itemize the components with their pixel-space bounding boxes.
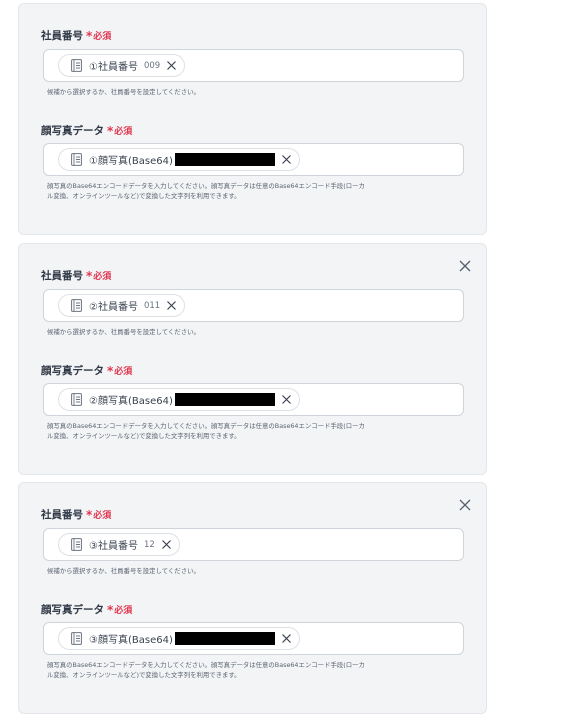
- close-icon: [459, 260, 471, 272]
- required-badge: *必須: [107, 364, 133, 378]
- redacted-block: [174, 153, 275, 166]
- close-icon[interactable]: [281, 395, 291, 404]
- employee-number-chip-value: 009: [143, 60, 161, 71]
- record-list: 社員番号 *必須 ①社員番号 009 候補から選択するか、社員番号を設定してくださ…: [0, 0, 571, 718]
- photo-data-help: 顔写真のBase64エンコードデータを入力してください。顔写真データは任意のBa…: [47, 421, 467, 441]
- required-star: *: [86, 508, 93, 522]
- employee-number-field[interactable]: ②社員番号 011: [43, 289, 464, 322]
- required-badge: *必須: [107, 124, 133, 138]
- close-icon[interactable]: [161, 540, 171, 549]
- document-icon: [71, 59, 82, 72]
- required-text: 必須: [114, 606, 133, 616]
- redacted-block: [174, 393, 275, 406]
- required-star: *: [107, 603, 114, 617]
- document-icon: [71, 393, 82, 406]
- document-icon: [71, 632, 82, 645]
- remove-record-button[interactable]: [457, 497, 473, 513]
- photo-data-label: 顔写真データ *必須: [41, 602, 132, 617]
- photo-data-help-line: ル変換、オンラインツールなど)で変換した文字列を利用できます。: [47, 671, 241, 679]
- required-text: 必須: [114, 367, 133, 377]
- required-text: 必須: [93, 511, 112, 521]
- photo-data-chip-label: ①顔写真(Base64): [89, 156, 173, 167]
- employee-number-chip-label: ①社員番号: [89, 62, 138, 73]
- redacted-block: [174, 632, 275, 645]
- employee-number-label: 社員番号 *必須: [41, 28, 111, 43]
- photo-data-field[interactable]: ②顔写真(Base64): [43, 383, 464, 416]
- photo-data-chip-label: ③顔写真(Base64): [89, 635, 173, 646]
- employee-number-chip-value: 011: [143, 300, 161, 311]
- document-icon: [71, 153, 82, 166]
- photo-data-label: 顔写真データ *必須: [41, 363, 132, 378]
- required-star: *: [107, 364, 114, 378]
- photo-data-label-text: 顔写真データ: [41, 365, 104, 377]
- photo-data-chip-label: ②顔写真(Base64): [89, 396, 173, 407]
- employee-number-label: 社員番号 *必須: [41, 507, 111, 522]
- required-badge: *必須: [86, 29, 112, 43]
- photo-data-label: 顔写真データ *必須: [41, 123, 132, 138]
- remove-record-button[interactable]: [457, 258, 473, 274]
- employee-number-field[interactable]: ①社員番号 009: [43, 49, 464, 82]
- required-star: *: [86, 29, 93, 43]
- employee-number-help: 候補から選択するか、社員番号を設定してください。: [47, 567, 200, 575]
- employee-number-chip[interactable]: ②社員番号 011: [58, 294, 186, 317]
- employee-number-chip-value: 12: [143, 539, 155, 550]
- employee-number-label-text: 社員番号: [41, 30, 83, 42]
- photo-data-label-text: 顔写真データ: [41, 125, 104, 137]
- photo-data-help-line: 顔写真のBase64エンコードデータを入力してください。顔写真データは任意のBa…: [47, 182, 365, 190]
- photo-data-chip[interactable]: ①顔写真(Base64): [58, 148, 300, 171]
- employee-number-field[interactable]: ③社員番号 12: [43, 528, 464, 561]
- photo-data-field[interactable]: ①顔写真(Base64): [43, 143, 464, 176]
- employee-number-help: 候補から選択するか、社員番号を設定してください。: [47, 88, 200, 96]
- close-icon[interactable]: [281, 155, 291, 164]
- photo-data-help-line: 顔写真のBase64エンコードデータを入力してください。顔写真データは任意のBa…: [47, 422, 365, 430]
- photo-data-field[interactable]: ③顔写真(Base64): [43, 622, 464, 655]
- record-card: 社員番号 *必須 ③社員番号 12 候補から選択するか、社員番号を設定してください…: [18, 482, 487, 714]
- photo-data-help: 顔写真のBase64エンコードデータを入力してください。顔写真データは任意のBa…: [47, 181, 467, 201]
- employee-number-chip[interactable]: ①社員番号 009: [58, 54, 186, 77]
- required-text: 必須: [114, 127, 133, 137]
- photo-data-help-line: 顔写真のBase64エンコードデータを入力してください。顔写真データは任意のBa…: [47, 661, 365, 669]
- employee-number-chip-label: ②社員番号: [89, 302, 138, 313]
- close-icon: [459, 499, 471, 511]
- employee-number-help: 候補から選択するか、社員番号を設定してください。: [47, 328, 200, 336]
- required-badge: *必須: [107, 603, 133, 617]
- required-badge: *必須: [86, 269, 112, 283]
- photo-data-help-line: ル変換、オンラインツールなど)で変換した文字列を利用できます。: [47, 432, 241, 440]
- close-icon[interactable]: [281, 634, 291, 643]
- record-card: 社員番号 *必須 ②社員番号 011 候補から選択するか、社員番号を設定してくださ…: [18, 243, 487, 475]
- employee-number-chip-label: ③社員番号: [89, 541, 138, 552]
- required-text: 必須: [93, 272, 112, 282]
- required-star: *: [107, 124, 114, 138]
- photo-data-label-text: 顔写真データ: [41, 604, 104, 616]
- record-card: 社員番号 *必須 ①社員番号 009 候補から選択するか、社員番号を設定してくださ…: [18, 3, 487, 235]
- employee-number-label-text: 社員番号: [41, 270, 83, 282]
- photo-data-chip[interactable]: ②顔写真(Base64): [58, 388, 300, 411]
- document-icon: [71, 538, 82, 551]
- required-badge: *必須: [86, 508, 112, 522]
- document-icon: [71, 299, 82, 312]
- employee-number-chip[interactable]: ③社員番号 12: [58, 533, 180, 556]
- close-icon[interactable]: [167, 61, 177, 70]
- required-star: *: [86, 269, 93, 283]
- photo-data-chip[interactable]: ③顔写真(Base64): [58, 627, 300, 650]
- close-icon[interactable]: [167, 301, 177, 310]
- employee-number-label: 社員番号 *必須: [41, 268, 111, 283]
- photo-data-help: 顔写真のBase64エンコードデータを入力してください。顔写真データは任意のBa…: [47, 660, 467, 680]
- required-text: 必須: [93, 32, 112, 42]
- photo-data-help-line: ル変換、オンラインツールなど)で変換した文字列を利用できます。: [47, 192, 241, 200]
- employee-number-label-text: 社員番号: [41, 509, 83, 521]
